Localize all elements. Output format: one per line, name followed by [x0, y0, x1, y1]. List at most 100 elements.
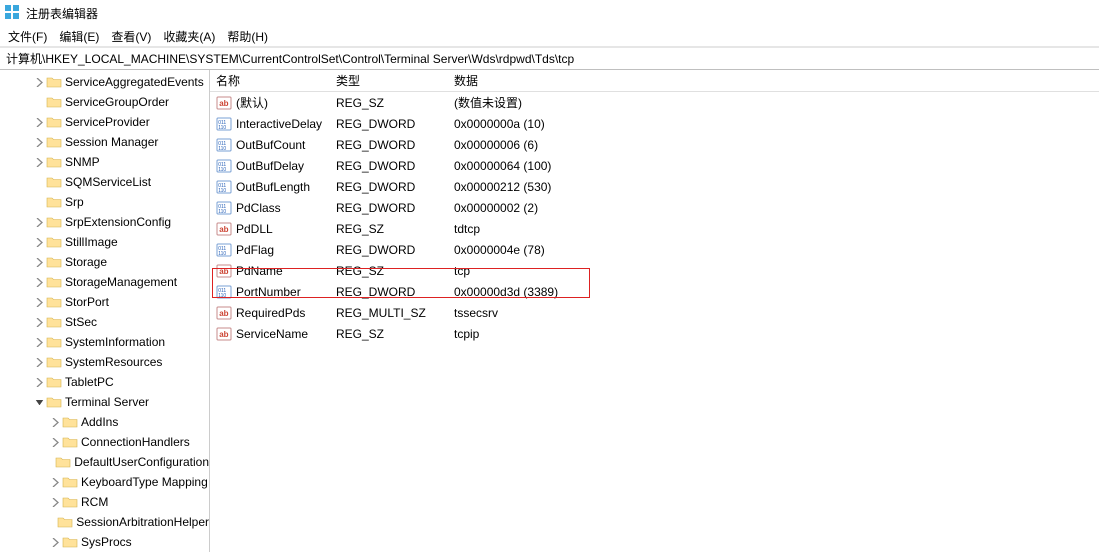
tree-item[interactable]: ServiceGroupOrder — [0, 92, 209, 112]
tree-item[interactable]: SessionArbitrationHelper — [0, 512, 209, 532]
menu-file[interactable]: 文件(F) — [2, 26, 53, 47]
chevron-right-icon[interactable] — [48, 438, 62, 447]
value-type: REG_SZ — [330, 264, 448, 278]
tree-item[interactable]: Terminal Server — [0, 392, 209, 412]
value-type: REG_DWORD — [330, 201, 448, 215]
value-name: OutBufDelay — [236, 159, 304, 173]
tree-item-label: KeyboardType Mapping — [81, 475, 208, 489]
tree-item[interactable]: KeyboardType Mapping — [0, 472, 209, 492]
tree-item[interactable]: SystemInformation — [0, 332, 209, 352]
tree-item-label: AddIns — [81, 415, 118, 429]
reg-string-icon — [216, 95, 232, 111]
folder-icon — [46, 255, 62, 269]
value-type: REG_DWORD — [330, 117, 448, 131]
value-data: 0x00000064 (100) — [448, 159, 1099, 173]
chevron-right-icon[interactable] — [48, 478, 62, 487]
tree-item[interactable]: SNMP — [0, 152, 209, 172]
tree-item[interactable]: DefaultUserConfiguration — [0, 452, 209, 472]
value-row[interactable]: OutBufLengthREG_DWORD0x00000212 (530) — [210, 176, 1099, 197]
reg-binary-icon — [216, 284, 232, 300]
value-row[interactable]: PdNameREG_SZtcp — [210, 260, 1099, 281]
value-row[interactable]: RequiredPdsREG_MULTI_SZtssecsrv — [210, 302, 1099, 323]
key-tree[interactable]: ServiceAggregatedEvents ServiceGroupOrder… — [0, 70, 210, 552]
menu-favorites[interactable]: 收藏夹(A) — [157, 26, 221, 47]
tree-item[interactable]: Session Manager — [0, 132, 209, 152]
folder-icon — [46, 135, 62, 149]
tree-item-label: ServiceAggregatedEvents — [65, 75, 204, 89]
chevron-down-icon[interactable] — [32, 398, 46, 407]
value-row[interactable]: (默认)REG_SZ(数值未设置) — [210, 92, 1099, 113]
value-name: (默认) — [236, 94, 268, 111]
tree-item[interactable]: AddIns — [0, 412, 209, 432]
value-row[interactable]: ServiceNameREG_SZtcpip — [210, 323, 1099, 344]
tree-item-label: SystemResources — [65, 355, 162, 369]
chevron-right-icon[interactable] — [32, 378, 46, 387]
value-data: tssecsrv — [448, 306, 1099, 320]
tree-item-label: SNMP — [65, 155, 100, 169]
titlebar: 注册表编辑器 — [0, 0, 1099, 26]
chevron-right-icon[interactable] — [32, 158, 46, 167]
tree-item[interactable]: SysProcs — [0, 532, 209, 552]
tree-item-label: SQMServiceList — [65, 175, 151, 189]
tree-item[interactable]: RCM — [0, 492, 209, 512]
tree-item[interactable]: StorPort — [0, 292, 209, 312]
value-row[interactable]: OutBufCountREG_DWORD0x00000006 (6) — [210, 134, 1099, 155]
col-header-data[interactable]: 数据 — [448, 72, 1099, 89]
tree-item-label: StorageManagement — [65, 275, 177, 289]
col-header-type[interactable]: 类型 — [330, 72, 448, 89]
folder-icon — [57, 515, 73, 529]
value-name: OutBufLength — [236, 180, 310, 194]
reg-binary-icon — [216, 158, 232, 174]
value-data: 0x00000002 (2) — [448, 201, 1099, 215]
value-row[interactable]: PdDLLREG_SZtdtcp — [210, 218, 1099, 239]
tree-item[interactable]: SystemResources — [0, 352, 209, 372]
value-row[interactable]: PdClassREG_DWORD0x00000002 (2) — [210, 197, 1099, 218]
value-row[interactable]: PortNumberREG_DWORD0x00000d3d (3389) — [210, 281, 1099, 302]
chevron-right-icon[interactable] — [32, 118, 46, 127]
value-row[interactable]: OutBufDelay REG_DWORD0x00000064 (100) — [210, 155, 1099, 176]
chevron-right-icon[interactable] — [32, 218, 46, 227]
value-name: PdDLL — [236, 222, 273, 236]
tree-item[interactable]: SQMServiceList — [0, 172, 209, 192]
chevron-right-icon[interactable] — [32, 318, 46, 327]
menu-view[interactable]: 查看(V) — [105, 26, 157, 47]
value-row[interactable]: PdFlagREG_DWORD0x0000004e (78) — [210, 239, 1099, 260]
chevron-right-icon[interactable] — [32, 278, 46, 287]
folder-icon — [62, 415, 78, 429]
value-row[interactable]: InteractiveDelayREG_DWORD0x0000000a (10) — [210, 113, 1099, 134]
chevron-right-icon[interactable] — [48, 418, 62, 427]
value-name: InteractiveDelay — [236, 117, 322, 131]
tree-item-label: ConnectionHandlers — [81, 435, 190, 449]
value-type: REG_DWORD — [330, 159, 448, 173]
col-header-name[interactable]: 名称 — [210, 72, 330, 89]
tree-item-label: SrpExtensionConfig — [65, 215, 171, 229]
chevron-right-icon[interactable] — [48, 538, 62, 547]
menu-help[interactable]: 帮助(H) — [221, 26, 274, 47]
tree-item[interactable]: StSec — [0, 312, 209, 332]
tree-item[interactable]: Srp — [0, 192, 209, 212]
menu-edit[interactable]: 编辑(E) — [53, 26, 105, 47]
chevron-right-icon[interactable] — [32, 238, 46, 247]
chevron-right-icon[interactable] — [32, 358, 46, 367]
tree-item[interactable]: Storage — [0, 252, 209, 272]
chevron-right-icon[interactable] — [48, 498, 62, 507]
tree-item[interactable]: TabletPC — [0, 372, 209, 392]
chevron-right-icon[interactable] — [32, 298, 46, 307]
tree-item[interactable]: ServiceAggregatedEvents — [0, 72, 209, 92]
value-type: REG_DWORD — [330, 285, 448, 299]
chevron-right-icon[interactable] — [32, 258, 46, 267]
tree-item-label: ServiceProvider — [65, 115, 150, 129]
chevron-right-icon[interactable] — [32, 78, 46, 87]
tree-item[interactable]: ConnectionHandlers — [0, 432, 209, 452]
folder-icon — [62, 495, 78, 509]
tree-item[interactable]: StorageManagement — [0, 272, 209, 292]
tree-item[interactable]: SrpExtensionConfig — [0, 212, 209, 232]
reg-string-icon — [216, 221, 232, 237]
address-bar[interactable]: 计算机\HKEY_LOCAL_MACHINE\SYSTEM\CurrentCon… — [0, 48, 1099, 70]
chevron-right-icon[interactable] — [32, 338, 46, 347]
content: ServiceAggregatedEvents ServiceGroupOrder… — [0, 70, 1099, 552]
tree-item[interactable]: StillImage — [0, 232, 209, 252]
tree-item[interactable]: ServiceProvider — [0, 112, 209, 132]
tree-item-label: RCM — [81, 495, 108, 509]
chevron-right-icon[interactable] — [32, 138, 46, 147]
